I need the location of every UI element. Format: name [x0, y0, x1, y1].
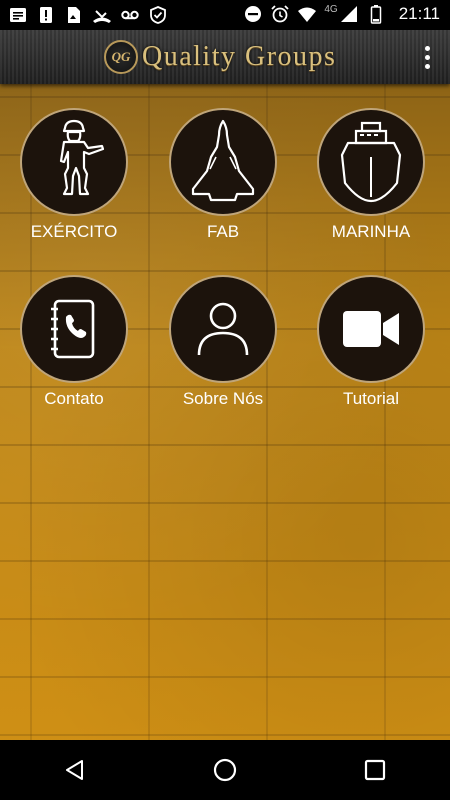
menu-dot	[424, 45, 430, 51]
tile-sobre-nos[interactable]: Sobre Nós	[153, 275, 293, 409]
tile-circle[interactable]	[20, 275, 128, 383]
clock: 21:11	[398, 4, 440, 23]
shield-icon	[150, 6, 166, 24]
app-logo: QG Quality Groups	[104, 40, 336, 74]
navigation-bar	[0, 740, 450, 800]
home-button[interactable]	[195, 740, 255, 800]
tile-circle[interactable]	[169, 275, 277, 383]
tile-circle[interactable]	[317, 108, 425, 216]
person-icon	[197, 302, 249, 356]
tile-label: MARINHA	[331, 222, 411, 241]
tile-marinha[interactable]: MARINHA	[301, 108, 441, 242]
video-camera-icon	[343, 311, 399, 347]
alert-icon	[40, 7, 52, 23]
tile-label: EXÉRCITO	[30, 222, 118, 241]
menu-dot	[424, 54, 430, 60]
status-bar: 4G 21:11	[0, 0, 450, 30]
app-title: Quality Groups	[142, 41, 337, 72]
tile-fab[interactable]: FAB	[153, 108, 293, 242]
back-icon	[66, 760, 83, 780]
status-right-icons: 4G 21:11	[243, 4, 440, 24]
menu-dot	[424, 63, 430, 69]
back-button[interactable]	[45, 740, 105, 800]
tile-tutorial[interactable]: Tutorial	[301, 275, 441, 409]
tile-exercito[interactable]: EXÉRCITO	[4, 108, 144, 242]
tile-circle[interactable]	[317, 275, 425, 383]
logo-badge: QG	[104, 40, 138, 74]
recents-icon	[364, 759, 386, 781]
soldier-icon	[59, 119, 104, 196]
signal-icon	[340, 6, 357, 22]
home-grid: EXÉRCITO FAB MARINHA Contato Sobre Nós T…	[0, 84, 450, 740]
more-vertical-icon[interactable]	[412, 40, 442, 74]
status-left-icons	[8, 5, 168, 25]
network-type: 4G	[324, 3, 338, 15]
tile-contato[interactable]: Contato	[4, 275, 144, 409]
tile-label: Contato	[44, 389, 104, 408]
recents-button[interactable]	[345, 740, 405, 800]
tile-label: FAB	[206, 222, 240, 241]
contact-book-icon	[51, 299, 95, 359]
do-not-disturb-icon	[245, 6, 262, 22]
message-icon	[10, 8, 26, 22]
alarm-icon	[271, 5, 290, 23]
screen: 4G 21:11 QG Quality Groups EXÉRCITO FAB …	[0, 0, 450, 800]
app-bar: QG Quality Groups	[0, 30, 450, 84]
missed-call-icon	[93, 10, 111, 23]
battery-icon	[370, 5, 381, 24]
file-icon	[68, 7, 80, 23]
voicemail-icon	[121, 10, 139, 20]
fighter-jet-icon	[191, 119, 255, 202]
tile-circle[interactable]	[20, 108, 128, 216]
ship-icon	[340, 121, 402, 203]
tile-label: Sobre Nós	[182, 389, 264, 408]
tile-label: Tutorial	[342, 389, 400, 408]
tile-circle[interactable]	[169, 108, 277, 216]
wifi-icon	[298, 7, 317, 22]
home-icon	[213, 758, 237, 782]
